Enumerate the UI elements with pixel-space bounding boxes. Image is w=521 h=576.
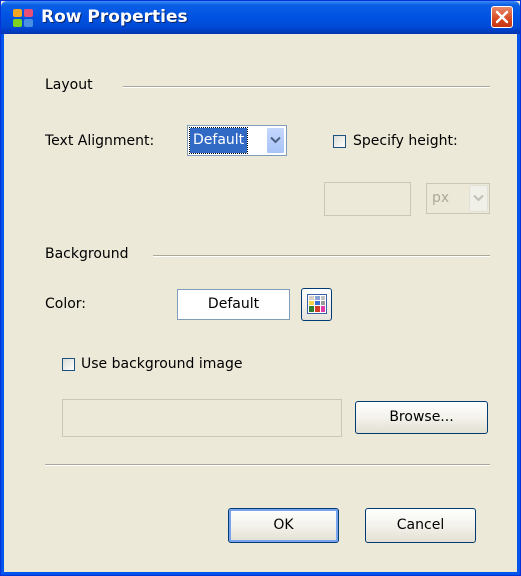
use-background-image-label: Use background image xyxy=(81,356,243,372)
dropdown-button[interactable] xyxy=(266,127,285,154)
window-frame-bottom xyxy=(1,572,520,575)
unit-dropdown-button[interactable] xyxy=(469,185,488,212)
chevron-down-icon xyxy=(270,136,281,144)
cancel-button[interactable]: Cancel xyxy=(365,508,476,543)
layout-separator xyxy=(123,86,490,88)
app-icon xyxy=(13,9,33,27)
height-unit-dropdown[interactable]: px xyxy=(426,183,490,214)
height-unit-value: px xyxy=(432,190,450,206)
window-frame-left xyxy=(1,34,4,575)
title-bar[interactable]: Row Properties xyxy=(1,1,520,34)
color-palette-icon xyxy=(307,294,327,314)
text-alignment-dropdown[interactable]: Default xyxy=(187,125,287,156)
close-icon xyxy=(495,10,509,24)
browse-button[interactable]: Browse... xyxy=(355,401,488,434)
text-alignment-label: Text Alignment: xyxy=(45,133,155,149)
background-separator xyxy=(153,255,490,257)
use-background-image-checkbox[interactable] xyxy=(62,358,75,371)
color-picker-button[interactable] xyxy=(301,288,332,321)
layout-heading: Layout xyxy=(45,77,93,93)
background-heading: Background xyxy=(45,246,129,262)
footer-separator xyxy=(45,464,490,466)
chevron-down-icon xyxy=(473,194,484,202)
height-input[interactable] xyxy=(324,182,411,216)
close-button[interactable] xyxy=(491,6,513,28)
color-label: Color: xyxy=(45,296,87,312)
window-frame-right xyxy=(517,34,520,575)
color-field[interactable]: Default xyxy=(177,289,290,320)
specify-height-checkbox[interactable] xyxy=(333,135,346,148)
ok-button[interactable]: OK xyxy=(228,508,339,543)
specify-height-label: Specify height: xyxy=(353,133,458,149)
row-properties-dialog: Row Properties Layout Text Alignment: De… xyxy=(0,0,521,576)
text-alignment-value: Default xyxy=(188,127,249,154)
window-title: Row Properties xyxy=(41,7,188,27)
background-image-path-input[interactable] xyxy=(62,399,342,437)
